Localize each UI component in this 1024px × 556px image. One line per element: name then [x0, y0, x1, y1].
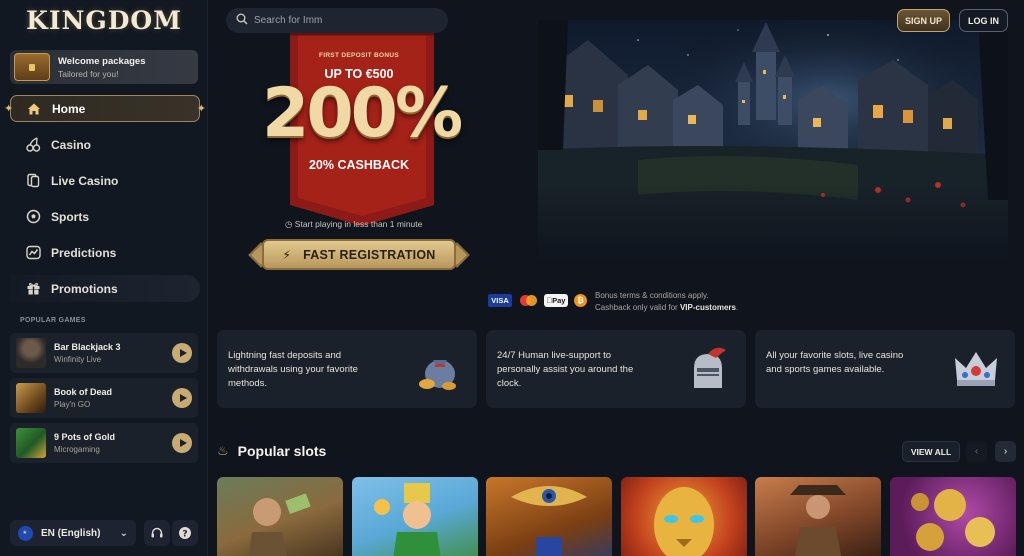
nav-label: Promotions: [51, 281, 118, 296]
home-icon: [25, 100, 43, 118]
language-selector[interactable]: EN (English) ⌄: [10, 520, 136, 546]
sign-up-button[interactable]: SIGN UP: [897, 9, 950, 32]
popular-game-item[interactable]: 9 Pots of Gold Microgaming: [10, 423, 198, 463]
money-bag-icon: [419, 360, 456, 390]
bonus-banner: FIRST DEPOSIT BONUS UP TO €500 200% 20% …: [262, 34, 463, 220]
slot-artwork: [248, 493, 311, 556]
game-name: 9 Pots of Gold: [54, 432, 116, 442]
nav-item-live-casino[interactable]: Live Casino: [10, 167, 200, 194]
nav-label: Casino: [51, 137, 92, 152]
nav-item-predictions[interactable]: Predictions: [10, 239, 200, 266]
slot-tile[interactable]: [755, 477, 881, 556]
slot-artwork: [374, 483, 441, 556]
fast-registration-face[interactable]: ⚡ FAST REGISTRATION: [262, 239, 456, 270]
search-input[interactable]: [254, 15, 424, 26]
feature-text: Lightning fast deposits and withdrawals …: [228, 350, 358, 389]
kingdom-logo[interactable]: KINGDOM: [0, 6, 208, 35]
payment-methods: VISA Pay ₿: [488, 294, 593, 307]
cherries-icon: [24, 136, 42, 154]
nav-item-sports[interactable]: Sports: [10, 203, 200, 230]
slot-tile[interactable]: [352, 477, 478, 556]
game-thumbnail: [16, 428, 46, 458]
cards-icon: [24, 172, 42, 190]
popular-slots-title: Popular slots: [237, 443, 327, 459]
popular-game-item[interactable]: Bar Blackjack 3 Winfinity Live: [10, 333, 198, 373]
main-nav: Home Casino Live Casino Sports Predictio…: [4, 95, 206, 311]
mastercard-icon: [518, 294, 538, 307]
trend-chart-icon: [24, 244, 42, 262]
game-thumbnail: [16, 383, 46, 413]
language-label: EN (English): [41, 527, 101, 539]
crown-icon: [955, 352, 997, 386]
feature-card-support: 24/7 Human live-support to personally as…: [486, 330, 746, 408]
game-name: Bar Blackjack 3: [54, 342, 121, 352]
game-name: Book of Dead: [54, 387, 113, 397]
feature-text: All your favorite slots, live casino and…: [766, 350, 904, 375]
soccer-ball-icon: [24, 208, 42, 226]
nav-item-home[interactable]: Home: [4, 95, 206, 122]
carousel-next-icon[interactable]: ›: [995, 441, 1016, 462]
fast-registration-label: FAST REGISTRATION: [303, 247, 436, 262]
knight-helmet-icon: [694, 347, 726, 388]
visa-icon: VISA: [488, 294, 512, 307]
feature-text: 24/7 Human live-support to personally as…: [497, 350, 634, 389]
chevron-down-icon: ⌄: [119, 527, 128, 539]
lightning-icon: ⚡: [282, 247, 292, 262]
slot-artwork: [511, 486, 587, 556]
play-button-icon[interactable]: [172, 343, 192, 363]
feature-card-deposits: Lightning fast deposits and withdrawals …: [217, 330, 477, 408]
slot-tile[interactable]: [890, 477, 1016, 556]
treasure-chest-icon: [14, 53, 50, 81]
svg-text:?: ?: [182, 530, 187, 540]
popular-games-list: Bar Blackjack 3 Winfinity Live Book of D…: [10, 333, 198, 468]
popular-games-heading: POPULAR GAMES: [20, 317, 86, 324]
game-thumbnail: [16, 338, 46, 368]
bonus-label: FIRST DEPOSIT BONUS: [318, 52, 400, 59]
game-provider: Play'n GO: [54, 400, 91, 409]
popular-game-item[interactable]: Book of Dead Play'n GO: [10, 378, 198, 418]
search-bar[interactable]: [226, 8, 448, 33]
welcome-packages-card[interactable]: Welcome packages Tailored for you!: [10, 50, 198, 84]
apple-pay-icon: Pay: [544, 294, 568, 307]
nav-item-casino[interactable]: Casino: [10, 131, 200, 158]
carousel-prev-icon[interactable]: ‹: [966, 441, 987, 462]
bonus-terms: Bonus terms & conditions apply. Cashback…: [595, 290, 738, 314]
bonus-percent: 200%: [262, 74, 463, 153]
slot-artwork: [911, 489, 995, 551]
terms-line: Cashback only valid for VIP-customers.: [595, 303, 739, 312]
support-headset-icon[interactable]: [144, 520, 170, 546]
sidebar: KINGDOM Welcome packages Tailored for yo…: [0, 0, 208, 556]
slot-tile[interactable]: [217, 477, 343, 556]
slot-artwork: [790, 485, 846, 556]
welcome-title: Welcome packages: [58, 55, 146, 67]
welcome-subtitle: Tailored for you!: [58, 68, 119, 79]
gift-icon: [24, 280, 42, 298]
play-button-icon[interactable]: [172, 388, 192, 408]
clock-icon: ◷: [285, 219, 293, 229]
flame-icon: ♨: [217, 443, 229, 458]
slot-tile[interactable]: [486, 477, 612, 556]
game-provider: Winfinity Live: [54, 355, 102, 364]
nav-item-promotions[interactable]: Promotions: [10, 275, 200, 302]
terms-line: Bonus terms & conditions apply.: [595, 291, 709, 300]
feature-card-games: All your favorite slots, live casino and…: [755, 330, 1015, 408]
log-in-button[interactable]: LOG IN: [959, 9, 1008, 32]
nav-label: Home: [52, 101, 86, 116]
play-button-icon[interactable]: [172, 433, 192, 453]
game-provider: Microgaming: [54, 445, 100, 454]
help-icon[interactable]: ?: [172, 520, 198, 546]
fast-registration-button[interactable]: ⚡ FAST REGISTRATION: [248, 236, 470, 273]
cashback-label: 20% CASHBACK: [308, 158, 410, 172]
popular-slots-heading: ♨ Popular slots: [217, 443, 326, 459]
nav-label: Sports: [51, 209, 90, 224]
slot-artwork: [654, 487, 714, 556]
search-icon: [236, 13, 248, 28]
view-all-button[interactable]: VIEW ALL: [902, 441, 960, 462]
nav-label: Live Casino: [51, 173, 119, 188]
nav-label: Predictions: [51, 245, 117, 260]
bitcoin-icon: ₿: [574, 294, 587, 307]
slot-tile[interactable]: [621, 477, 747, 556]
eu-flag-icon: [18, 525, 33, 541]
start-playing-note: ◷ Start playing in less than 1 minute: [285, 219, 423, 229]
